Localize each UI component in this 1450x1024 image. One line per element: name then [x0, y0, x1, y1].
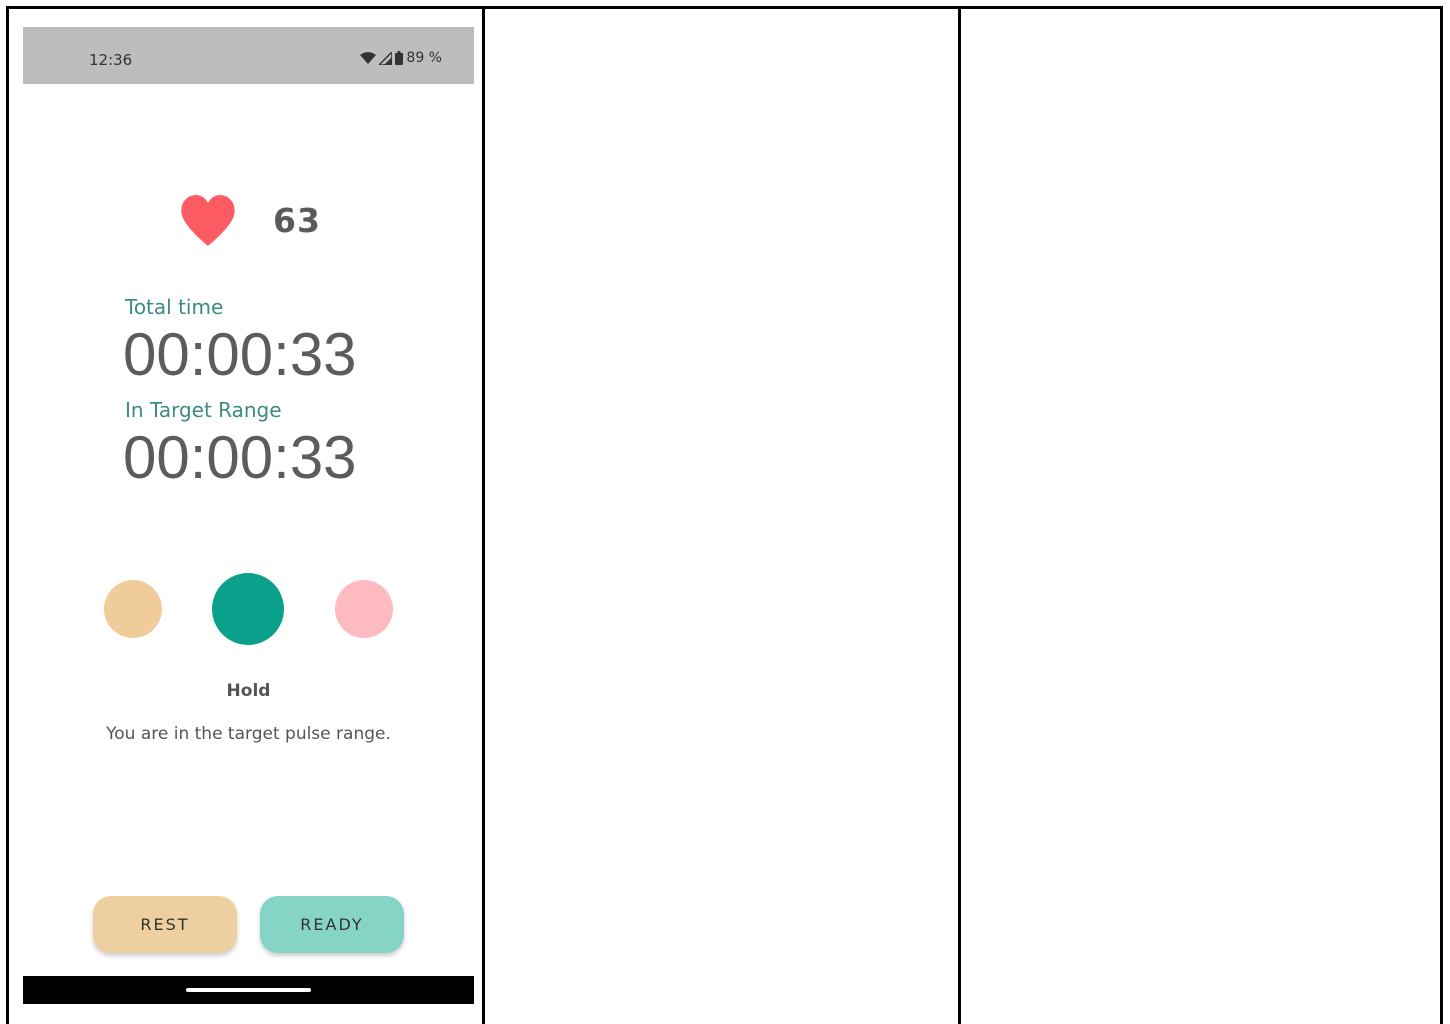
total-time-value: 00:00:33: [123, 321, 357, 388]
status-icons: 89 %: [360, 50, 442, 66]
hold-indicator: [212, 573, 284, 645]
high-indicator: [335, 580, 393, 638]
panel-2: [482, 6, 963, 1024]
phone-screen: 12:36 89 % 63 Total time 00:00:33 In Tar…: [23, 27, 474, 1004]
canvas: 12:36 89 % 63 Total time 00:00:33 In Tar…: [0, 0, 1450, 1024]
signal-icon: [379, 51, 393, 65]
panel-3: [958, 6, 1443, 1024]
rest-indicator: [104, 580, 162, 638]
state-description: You are in the target pulse range.: [106, 724, 391, 744]
heart-rate-row: 63: [23, 195, 474, 249]
ready-button[interactable]: READY: [260, 896, 404, 953]
navigation-bar: [23, 976, 474, 1004]
panel-1: 12:36 89 % 63 Total time 00:00:33 In Tar…: [6, 6, 487, 1024]
wifi-icon: [360, 52, 377, 64]
home-gesture-handle[interactable]: [186, 988, 311, 992]
total-time-label: Total time: [125, 295, 224, 319]
battery-icon: [395, 51, 404, 65]
status-bar: 12:36 89 %: [23, 27, 474, 84]
status-time: 12:36: [89, 51, 133, 69]
battery-percent: 89 %: [406, 50, 442, 66]
heart-icon: [181, 195, 235, 246]
state-label: Hold: [226, 681, 271, 701]
in-target-label: In Target Range: [125, 398, 282, 422]
rest-button[interactable]: REST: [93, 896, 237, 953]
in-target-value: 00:00:33: [123, 424, 357, 491]
heart-rate-value: 63: [273, 201, 321, 240]
